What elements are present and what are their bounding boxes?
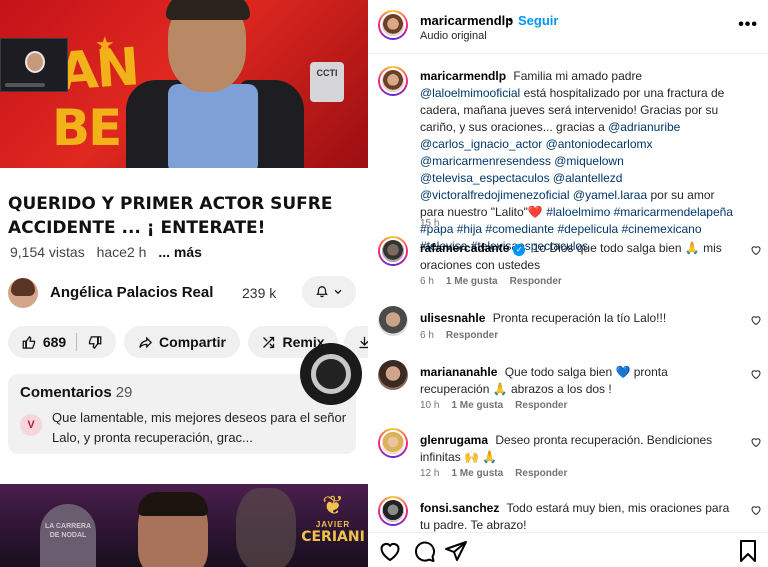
crest-icon: ❦ (322, 490, 344, 520)
comment-likes[interactable]: 1 Me gusta (451, 468, 503, 479)
caption-username[interactable]: maricarmendlp (420, 69, 506, 83)
comment-username[interactable]: rafamercadante (420, 241, 509, 255)
author-username[interactable]: maricarmendlp (420, 13, 513, 28)
share-label: Compartir (159, 334, 226, 350)
commenter-avatar[interactable] (378, 360, 408, 390)
comment-time: 12 h (420, 468, 440, 479)
comment-username[interactable]: fonsi.sanchez (420, 501, 499, 515)
comment-time: 6 h (420, 330, 434, 341)
caption-mention[interactable]: @laloelmimooficial (420, 86, 520, 100)
share-icon[interactable] (444, 539, 468, 563)
thumbs-up-icon[interactable] (22, 335, 37, 350)
commenter-avatar[interactable] (378, 306, 408, 336)
video-meta: 9,154 vistas hace2 h ... más (10, 244, 210, 260)
like-count: 689 (42, 334, 67, 350)
top-comment-text: Que lamentable, mis mejores deseos para … (52, 410, 347, 445)
commenter-avatar[interactable] (378, 496, 408, 526)
thumbs-down-icon[interactable] (87, 335, 102, 350)
singer-photo (138, 492, 208, 567)
person-photo (236, 488, 296, 567)
like-dislike-pill[interactable]: 689 (8, 326, 116, 358)
comment-username[interactable]: glenrugama (420, 433, 488, 447)
picture-in-picture-overlay (0, 38, 68, 92)
post-panel: maricarmendlp • Seguir Audio original ••… (368, 0, 768, 567)
remix-icon (263, 336, 275, 348)
comment-username[interactable]: ulisesnahle (420, 311, 485, 325)
bg-graphic-text: BE (52, 99, 122, 157)
commenter-avatar[interactable] (378, 428, 408, 458)
bookmark-icon[interactable] (736, 539, 760, 563)
reply-button[interactable]: Responder (515, 468, 567, 479)
comments-list[interactable]: maricarmendlp Familia mi amado padre @la… (368, 54, 768, 532)
next-video-frame: LA CARRERA DE NODAL ❦ JAVIER CERIANI (0, 484, 368, 567)
chevron-down-icon (334, 289, 342, 295)
reply-button[interactable]: Responder (515, 400, 567, 411)
comment-time: 10 h (420, 400, 440, 411)
separator-dot: • (508, 12, 513, 27)
heart-emoji: ❤️ (527, 205, 543, 219)
author-avatar[interactable] (378, 10, 408, 40)
post-action-bar (368, 532, 768, 567)
view-count: 9,154 vistas (10, 244, 85, 260)
commenter-avatar: V (20, 414, 42, 436)
comment-row: fonsi.sanchez Todo estará muy bien, mis … (368, 496, 768, 532)
verified-badge-icon: ✓ (513, 244, 526, 256)
comment-icon[interactable] (412, 539, 436, 563)
subscribe-bell-button[interactable] (302, 276, 356, 308)
bg-graphic-text: AN (56, 37, 140, 103)
tombstone-graphic: LA CARRERA DE NODAL (40, 504, 96, 567)
comment-likes[interactable]: 1 Me gusta (451, 400, 503, 411)
video-headline: QUERIDO Y PRIMER ACTOR SUFRE ACCIDENTE .… (8, 194, 333, 238)
time-ago: hace2 h (96, 244, 147, 260)
microphone-logo: CCTI (310, 62, 344, 102)
comment-time: 6 h (420, 276, 434, 287)
reply-button[interactable]: Responder (510, 276, 562, 287)
comment-heart-icon[interactable] (750, 436, 762, 448)
comment-row: mariananahle Que todo salga bien 💙 pront… (368, 360, 768, 420)
loading-spinner (300, 343, 362, 405)
commenter-avatar[interactable] (378, 236, 408, 266)
comment-heart-icon[interactable] (750, 504, 762, 516)
comment-row: ulisesnahle Pronta recuperación la tío L… (368, 306, 768, 354)
comment-row: rafamercadante ✓ 1o Dios que todo salga b… (368, 236, 768, 296)
download-icon (359, 336, 368, 348)
heart-icon[interactable] (378, 539, 402, 563)
share-arrow-icon (139, 336, 153, 348)
channel-name[interactable]: Angélica Palacios Real (50, 284, 213, 301)
bell-icon (316, 286, 328, 298)
actor-photo: CCTI (126, 0, 344, 168)
post-header: maricarmendlp • Seguir Audio original ••… (368, 0, 768, 54)
post-caption: maricarmendlp Familia mi amado padre @la… (368, 66, 768, 253)
comment-likes[interactable]: 1 Me gusta (446, 276, 498, 287)
brand-logo: ❦ JAVIER CERIANI (301, 490, 365, 545)
comment-username[interactable]: mariananahle (420, 365, 497, 379)
reply-button[interactable]: Responder (446, 330, 498, 341)
audio-label[interactable]: Audio original (420, 30, 487, 42)
follow-button[interactable]: Seguir (518, 13, 558, 28)
comment-heart-icon[interactable] (750, 244, 762, 256)
subscriber-count: 239 k (242, 285, 277, 301)
caption-time: 15 h (420, 218, 440, 229)
channel-avatar[interactable] (8, 278, 38, 308)
comment-row: glenrugama Deseo pronta recuperación. Be… (368, 428, 768, 488)
comments-count: 29 (115, 384, 133, 401)
comment-heart-icon[interactable] (750, 314, 762, 326)
more-link[interactable]: ... más (158, 244, 202, 260)
comment-text: Pronta recuperación la tío Lalo!!! (492, 311, 667, 325)
caption-text: Familia mi amado padre (513, 69, 643, 83)
more-horizontal-icon[interactable]: ••• (738, 16, 758, 34)
youtube-card: QUERIDO Y PRIMER ACTOR SUFRE ACCIDENTE .… (0, 168, 368, 484)
comment-heart-icon[interactable] (750, 368, 762, 380)
video-media[interactable]: ★ AN BE CCTI QUERIDO Y PRIMER ACTOR SUFR… (0, 0, 368, 567)
comments-heading: Comentarios 29 (20, 384, 133, 401)
caption-avatar[interactable] (378, 66, 408, 96)
share-button[interactable]: Compartir (124, 326, 240, 358)
